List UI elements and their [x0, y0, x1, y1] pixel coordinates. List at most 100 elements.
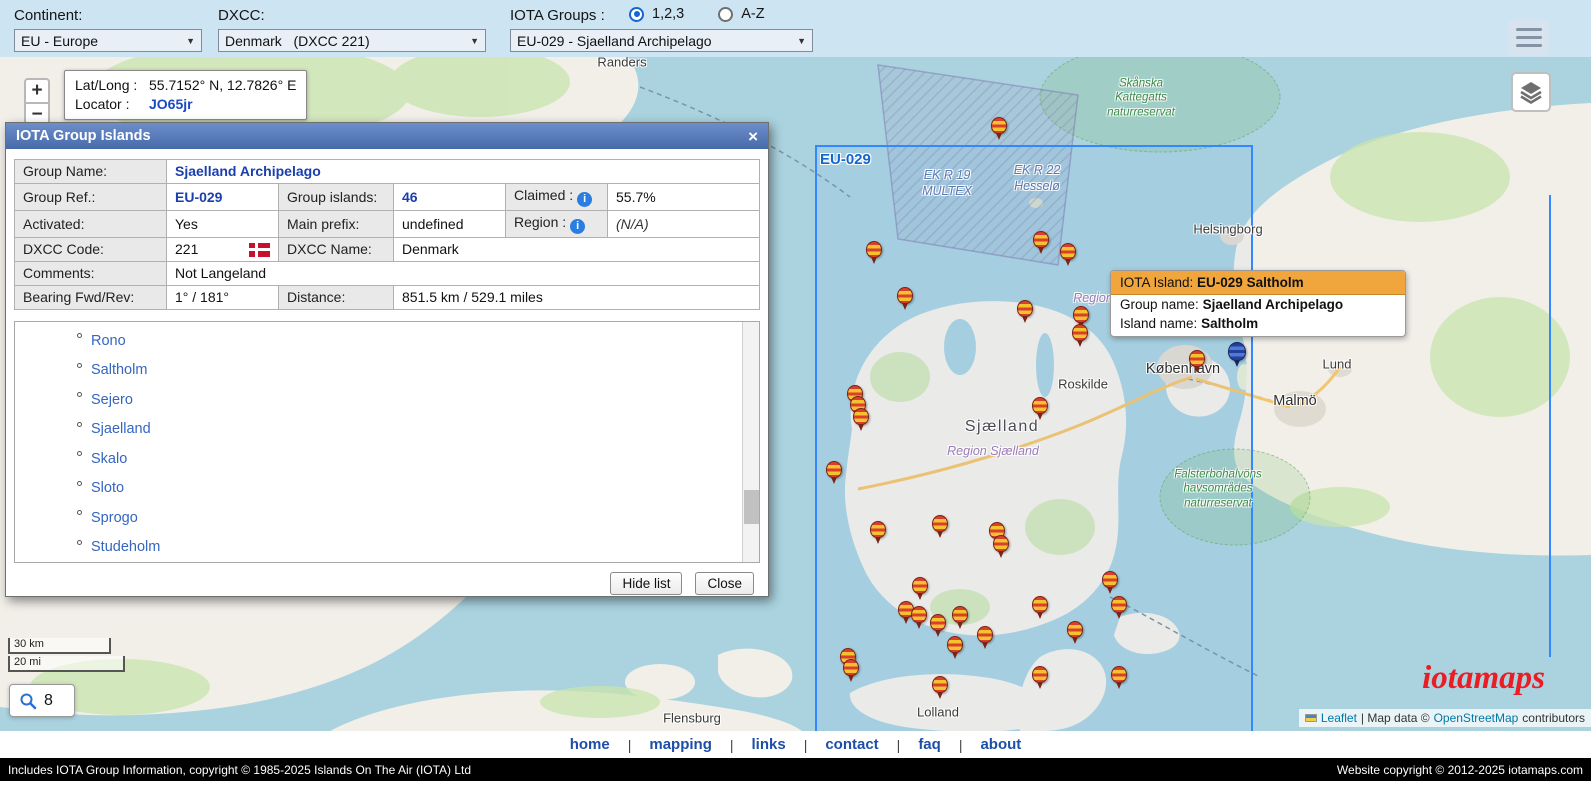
hamburger-menu-icon[interactable]	[1508, 19, 1549, 56]
marker-balloon-icon	[843, 659, 859, 676]
map-marker[interactable]	[1032, 666, 1048, 689]
map-marker[interactable]	[932, 676, 948, 699]
tooltip-island-value: Saltholm	[1201, 316, 1259, 331]
region-info-icon[interactable]: i	[570, 219, 586, 234]
map-marker[interactable]	[1111, 596, 1127, 619]
radio-123-label: 1,2,3	[652, 6, 685, 22]
dialog-titlebar[interactable]: IOTA Group Islands ×	[6, 123, 768, 149]
map-marker[interactable]	[826, 461, 842, 484]
island-tooltip: IOTA Island: EU-029 Saltholm Group name:…	[1110, 270, 1406, 337]
map-marker[interactable]	[1033, 231, 1049, 254]
nav-link-about[interactable]: about	[962, 736, 1039, 753]
locator-label: Locator :	[75, 96, 130, 112]
island-link[interactable]: Skalo	[91, 451, 127, 467]
nav-link-mapping[interactable]: mapping	[631, 736, 730, 753]
map-marker[interactable]	[991, 117, 1007, 140]
adjacent-group-boundary	[1549, 195, 1591, 657]
magnifier-icon	[20, 693, 37, 709]
iota-groups-label: IOTA Groups :	[510, 7, 605, 24]
scale-bar-km: 30 km	[8, 638, 111, 654]
map-marker[interactable]	[1032, 596, 1048, 619]
map-marker[interactable]	[1072, 324, 1088, 347]
scrollbar-thumb[interactable]	[744, 490, 759, 524]
group-islands-label: Group islands:	[278, 183, 394, 211]
marker-balloon-icon	[1111, 666, 1127, 683]
map-marker[interactable]	[1032, 397, 1048, 420]
island-link[interactable]: Sprogo	[91, 510, 138, 526]
nav-link-contact[interactable]: contact	[807, 736, 896, 753]
layers-control-button[interactable]	[1511, 72, 1551, 112]
map-marker[interactable]	[870, 521, 886, 544]
map-marker[interactable]	[911, 606, 927, 629]
radio-123[interactable]	[629, 6, 644, 22]
map-marker[interactable]	[977, 626, 993, 649]
marker-balloon-icon	[952, 606, 968, 623]
map-marker[interactable]	[1102, 571, 1118, 594]
island-link[interactable]: Sejero	[91, 392, 133, 408]
map-label: Malmö	[1273, 393, 1317, 409]
map-marker[interactable]	[952, 606, 968, 629]
marker-tail-icon	[998, 551, 1004, 558]
map-marker[interactable]	[897, 287, 913, 310]
map-marker[interactable]	[932, 515, 948, 538]
radio-az[interactable]	[718, 6, 734, 22]
map-marker[interactable]	[930, 614, 946, 637]
comments-value: Not Langeland	[166, 261, 760, 286]
marker-tail-icon	[1037, 612, 1043, 619]
map-marker[interactable]	[843, 659, 859, 682]
map-marker[interactable]	[1111, 666, 1127, 689]
map-marker[interactable]	[866, 241, 882, 264]
hide-list-button[interactable]: Hide list	[610, 572, 683, 595]
map-label: Randers	[597, 57, 647, 70]
radio-az-label: A-Z	[741, 6, 765, 22]
marker-balloon-icon	[930, 614, 946, 631]
leaflet-link[interactable]: Leaflet	[1321, 711, 1357, 725]
map-label: Roskilde	[1058, 376, 1108, 392]
island-link[interactable]: Saltholm	[91, 362, 147, 378]
marker-tail-icon	[1116, 612, 1122, 619]
nav-link-links[interactable]: links	[734, 736, 804, 753]
map-marker[interactable]	[1017, 300, 1033, 323]
map-marker[interactable]	[947, 636, 963, 659]
selected-map-marker[interactable]	[1228, 342, 1246, 367]
map-marker[interactable]	[853, 408, 869, 431]
map-marker[interactable]	[1060, 243, 1076, 266]
map-marker[interactable]	[1189, 350, 1205, 373]
close-icon[interactable]: ×	[748, 128, 758, 145]
island-link[interactable]: Sjaelland	[91, 421, 151, 437]
continent-select[interactable]: EU - Europe ▼	[14, 29, 202, 52]
island-list-scrollbar[interactable]	[742, 322, 759, 562]
iota-group-select-value: EU-029 - Sjaelland Archipelago	[517, 32, 712, 49]
zoom-level-indicator: 8	[9, 684, 75, 717]
map-label: Lolland	[917, 704, 959, 720]
latlong-label: Lat/Long :	[75, 77, 138, 93]
marker-tail-icon	[903, 617, 909, 624]
locator-value: JO65jr	[149, 96, 193, 112]
map-marker[interactable]	[1067, 621, 1083, 644]
marker-balloon-icon	[1102, 571, 1118, 588]
marker-tail-icon	[957, 622, 963, 629]
group-ref-label: Group Ref.:	[14, 183, 167, 211]
marker-balloon-icon	[1032, 596, 1048, 613]
island-link[interactable]: Rono	[91, 333, 126, 349]
dxcc-select[interactable]: Denmark (DXCC 221) ▼	[218, 29, 486, 52]
iota-group-select[interactable]: EU-029 - Sjaelland Archipelago ▼	[510, 29, 813, 52]
latlong-value: 55.7152° N, 12.7826° E	[149, 77, 297, 93]
island-link[interactable]: Studeholm	[91, 539, 160, 555]
island-link[interactable]: Sloto	[91, 480, 124, 496]
dialog-close-button[interactable]: Close	[695, 572, 754, 595]
claimed-info-icon[interactable]: i	[577, 192, 593, 207]
nav-link-faq[interactable]: faq	[900, 736, 959, 753]
marker-balloon-icon	[1072, 324, 1088, 341]
map-marker[interactable]	[912, 577, 928, 600]
dialog-buttons: Hide list Close	[14, 572, 760, 595]
map-marker[interactable]	[993, 535, 1009, 558]
openstreetmap-link[interactable]: OpenStreetMap	[1434, 711, 1519, 725]
marker-tail-icon	[1077, 340, 1083, 347]
marker-tail-icon	[1022, 316, 1028, 323]
nav-link-home[interactable]: home	[552, 736, 628, 753]
bullet-icon	[77, 480, 82, 486]
island-list-item: Sprogo	[15, 503, 742, 533]
zoom-in-button[interactable]: +	[24, 78, 50, 104]
bottom-nav: home | mapping | links | contact | faq | about	[0, 731, 1591, 758]
